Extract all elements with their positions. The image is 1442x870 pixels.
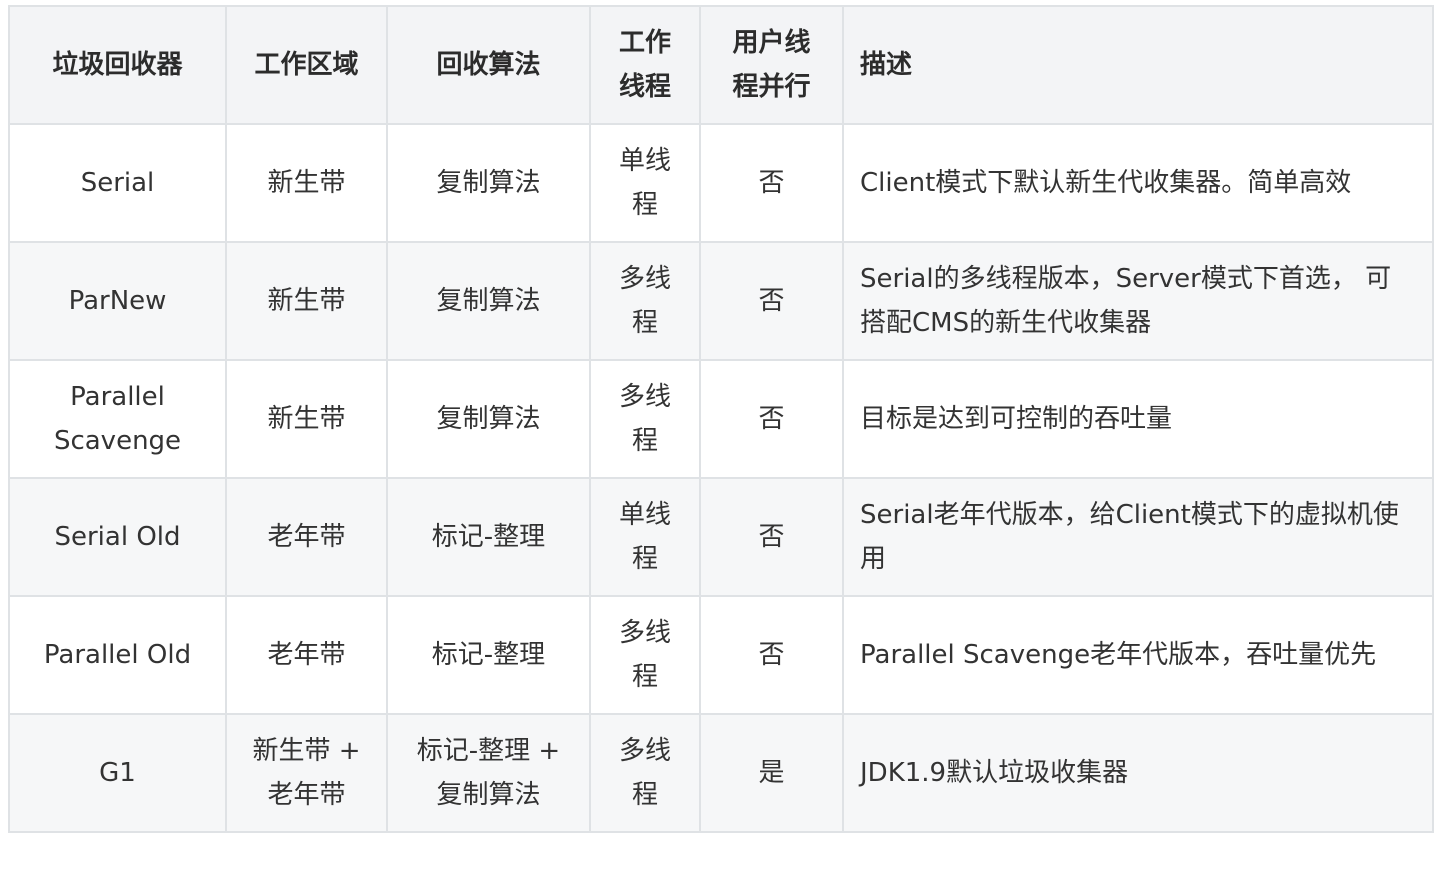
table-row: ParNew 新生带 复制算法 多线程 否 Serial的多线程版本，Serve… — [8, 241, 1434, 361]
gc-comparison-table: 垃圾回收器 工作区域 回收算法 工作线程 用户线程并行 描述 Serial 新生… — [8, 5, 1434, 833]
cell-description: Serial的多线程版本，Server模式下首选， 可搭配CMS的新生代收集器 — [842, 241, 1434, 361]
table-row: Serial 新生带 复制算法 单线程 否 Client模式下默认新生代收集器。… — [8, 123, 1434, 243]
cell-threads: 单线程 — [589, 123, 701, 243]
cell-threads: 多线程 — [589, 359, 701, 479]
header-row: 垃圾回收器 工作区域 回收算法 工作线程 用户线程并行 描述 — [8, 5, 1434, 125]
cell-algorithm: 复制算法 — [386, 241, 591, 361]
cell-area: 老年带 — [225, 595, 388, 715]
cell-parallel: 否 — [699, 595, 844, 715]
table-body: Serial 新生带 复制算法 单线程 否 Client模式下默认新生代收集器。… — [8, 123, 1434, 833]
cell-area: 老年带 — [225, 477, 388, 597]
cell-algorithm: 复制算法 — [386, 359, 591, 479]
cell-description: JDK1.9默认垃圾收集器 — [842, 713, 1434, 833]
cell-threads: 单线程 — [589, 477, 701, 597]
cell-collector: Serial Old — [8, 477, 227, 597]
cell-collector: Serial — [8, 123, 227, 243]
table-row: G1 新生带 + 老年带 标记-整理 + 复制算法 多线程 是 JDK1.9默认… — [8, 713, 1434, 833]
cell-area: 新生带 + 老年带 — [225, 713, 388, 833]
cell-parallel: 否 — [699, 123, 844, 243]
cell-description: Parallel Scavenge老年代版本，吞吐量优先 — [842, 595, 1434, 715]
cell-description: 目标是达到可控制的吞吐量 — [842, 359, 1434, 479]
header-algorithm: 回收算法 — [386, 5, 591, 125]
cell-parallel: 是 — [699, 713, 844, 833]
cell-collector: Parallel Old — [8, 595, 227, 715]
cell-parallel: 否 — [699, 359, 844, 479]
header-threads: 工作线程 — [589, 5, 701, 125]
cell-collector: ParNew — [8, 241, 227, 361]
cell-threads: 多线程 — [589, 595, 701, 715]
cell-area: 新生带 — [225, 123, 388, 243]
header-description: 描述 — [842, 5, 1434, 125]
cell-description: Serial老年代版本，给Client模式下的虚拟机使用 — [842, 477, 1434, 597]
cell-collector: G1 — [8, 713, 227, 833]
cell-threads: 多线程 — [589, 241, 701, 361]
header-parallel: 用户线程并行 — [699, 5, 844, 125]
table-row: Serial Old 老年带 标记-整理 单线程 否 Serial老年代版本，给… — [8, 477, 1434, 597]
cell-area: 新生带 — [225, 241, 388, 361]
table: 垃圾回收器 工作区域 回收算法 工作线程 用户线程并行 描述 Serial 新生… — [8, 5, 1434, 833]
cell-algorithm: 标记-整理 — [386, 477, 591, 597]
cell-description: Client模式下默认新生代收集器。简单高效 — [842, 123, 1434, 243]
header-area: 工作区域 — [225, 5, 388, 125]
cell-threads: 多线程 — [589, 713, 701, 833]
table-row: Parallel Scavenge 新生带 复制算法 多线程 否 目标是达到可控… — [8, 359, 1434, 479]
cell-parallel: 否 — [699, 241, 844, 361]
cell-area: 新生带 — [225, 359, 388, 479]
cell-collector: Parallel Scavenge — [8, 359, 227, 479]
header-collector: 垃圾回收器 — [8, 5, 227, 125]
table-row: Parallel Old 老年带 标记-整理 多线程 否 Parallel Sc… — [8, 595, 1434, 715]
cell-algorithm: 标记-整理 + 复制算法 — [386, 713, 591, 833]
cell-algorithm: 标记-整理 — [386, 595, 591, 715]
cell-algorithm: 复制算法 — [386, 123, 591, 243]
cell-parallel: 否 — [699, 477, 844, 597]
table-header: 垃圾回收器 工作区域 回收算法 工作线程 用户线程并行 描述 — [8, 5, 1434, 125]
